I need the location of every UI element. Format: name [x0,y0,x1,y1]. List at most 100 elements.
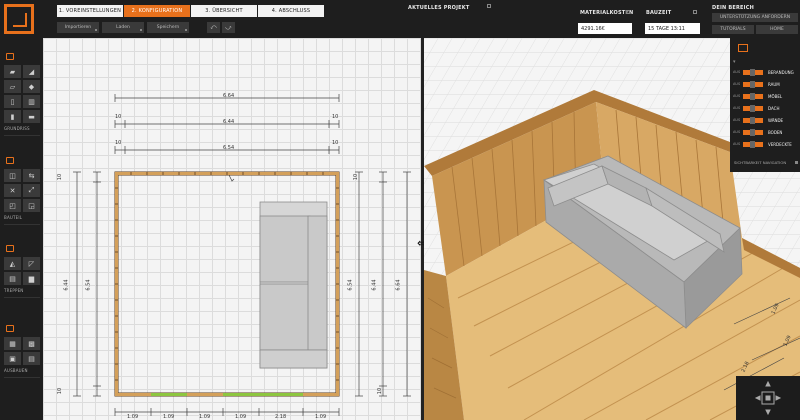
paste-tool-icon[interactable]: ◲ [23,199,40,212]
home-button[interactable]: HOME [756,25,798,34]
current-project-label: AKTUELLES PROJEKT [408,5,470,11]
toggle-verdeckte[interactable]: AUS VERDECKTE [733,140,797,148]
dim-label: 6.44 [371,279,378,291]
panel-tool-icon[interactable]: ▦ [4,337,21,350]
tool-group-label: AUSBAUEN [4,368,28,373]
finish-icon [6,325,14,332]
floor-tool-icon[interactable]: ▱ [4,80,21,93]
dim-label: 6.64 [395,279,402,291]
dim-label: 6.54 [85,279,92,291]
sofa-plan [259,201,328,369]
dim-label: 6.44 [63,279,70,291]
toggle-raum[interactable]: AUS RAUM [733,80,797,88]
build-time-label: BAUZEIT [646,10,672,16]
toggle-waende[interactable]: AUS WÄNDE [733,116,797,124]
save-button[interactable]: Speichern [147,22,189,33]
dim-label: 1.09 [163,414,175,420]
wall-tool-icon[interactable]: ▰ [4,65,21,78]
dim-label: 10 [57,173,64,181]
component-icon [6,157,14,164]
nav-cube-icon [754,380,782,416]
cursor-icon [228,174,235,182]
material-cost-value: 4291.16€ [578,23,632,34]
room-tool-icon[interactable]: ◆ [23,80,40,93]
dim-label: 6.44 [223,119,235,125]
dim-label: 1.09 [199,414,211,420]
undo-icon[interactable]: ⤺ [207,22,220,33]
visibility-panel: ▾ AUS BERANDUNG AUS RAUM AUS MÖBEL AUS DACH … [730,38,800,172]
step-4-tab[interactable]: 4. ABSCHLUSS [258,5,324,17]
wall-angle-tool-icon[interactable]: ◢ [23,65,40,78]
dim-label: 10 [377,387,384,395]
tool-group-stairs: ◭ ◸ ▤ ▆ TREPPEN [4,244,40,298]
toggle-berandung[interactable]: AUS BERANDUNG [733,68,797,76]
dim-label: 1.09 [127,414,139,420]
cabinet-tool-icon[interactable]: ▤ [23,352,40,365]
merge-tool-icon[interactable]: ⤢ [23,184,40,197]
dim-label: 6.54 [347,279,354,291]
door-tool-icon[interactable]: ▯ [4,95,21,108]
area-label: DEIN BEREICH [712,5,754,11]
tutorials-button[interactable]: TUTORIALS [712,25,754,34]
nav-visibility-label: SICHTBARKEIT NAVIGATION [734,160,787,165]
dim-label: 10 [332,140,339,146]
dim-label: 1.09 [235,414,247,420]
app-root: 1. VOREINSTELLUNGEN 2. KONFIGURATION 3. … [0,0,800,420]
tool-group-label: TREPPEN [4,288,24,293]
stair-tool-icon[interactable]: ▤ [4,272,21,285]
split-view-icon[interactable] [738,44,748,52]
tool-group-component: ◫ ⇆ ✕ ⤢ ◰ ◲ BAUTEIL [4,156,40,225]
dim-label: 6.64 [223,93,235,99]
dim-label: 1.09 [315,414,327,420]
floorplan-icon [6,53,14,60]
edit-actions: ⤺ ⤻ [207,22,235,33]
nav-visibility-checkbox[interactable] [795,161,798,164]
tile-tool-icon[interactable]: ▩ [23,337,40,350]
tool-group-finish: ▦ ▩ ▣ ▤ AUSBAUEN [4,324,40,378]
dim-label: 10 [332,114,339,120]
project-menu-icon[interactable] [487,4,491,8]
dim-label: 6.54 [223,145,235,151]
sofa-tool-icon[interactable]: ▆ [23,272,40,285]
window-tool-icon[interactable]: ▥ [23,95,40,108]
dim-label: 10 [115,114,122,120]
column-tool-icon[interactable]: ▮ [4,110,21,123]
redo-icon[interactable]: ⤻ [222,22,235,33]
navigation-widget[interactable] [736,376,800,420]
step-2-tab[interactable]: 2. KONFIGURATION [124,5,190,17]
step-nav: 1. VOREINSTELLUNGEN 2. KONFIGURATION 3. … [57,5,324,17]
copy-tool-icon[interactable]: ◰ [4,199,21,212]
material-cost-info-icon[interactable] [626,10,630,14]
dim-label: 2.18 [275,414,287,420]
tool-group-label: GRUNDRISS [4,126,30,131]
dim-label: 10 [115,140,122,146]
load-button[interactable]: Laden [102,22,144,33]
dropdown-icon[interactable]: ▾ [733,59,736,65]
build-time-info-icon[interactable] [693,10,697,14]
floor-plan-canvas[interactable]: 6.64 10 10 6.44 10 10 6.54 10 6.44 6.54 … [43,38,421,420]
toggle-dach[interactable]: AUS DACH [733,104,797,112]
dim-label: 10 [57,387,64,395]
beam-tool-icon[interactable]: ▬ [23,110,40,123]
select-tool-icon[interactable]: ◫ [4,169,21,182]
step-1-tab[interactable]: 1. VOREINSTELLUNGEN [57,5,123,17]
file-actions: Importieren Laden Speichern [57,22,189,33]
ramp-tool-icon[interactable]: ◸ [23,257,40,270]
toggle-boden[interactable]: AUS BODEN [733,128,797,136]
tool-group-floorplan: ▰ ◢ ▱ ◆ ▯ ▥ ▮ ▬ GRUNDRISS [4,52,40,136]
stairs-icon [6,245,14,252]
delete-tool-icon[interactable]: ✕ [4,184,21,197]
left-toolbar: ▰ ◢ ▱ ◆ ▯ ▥ ▮ ▬ GRUNDRISS ◫ ⇆ ✕ ⤢ ◰ ◲ BA… [0,38,43,420]
step-3-tab[interactable]: 3. ÜBERSICHT [191,5,257,17]
split-tool-icon[interactable]: ⇆ [23,169,40,182]
tool-group-label: BAUTEIL [4,215,23,220]
grid-tool-icon[interactable]: ▣ [4,352,21,365]
toggle-moebel[interactable]: AUS MÖBEL [733,92,797,100]
build-time-value: 15 TAGE 13:11 [645,23,700,34]
terrain-tool-icon[interactable]: ◭ [4,257,21,270]
logo[interactable] [4,4,34,34]
top-bar: 1. VOREINSTELLUNGEN 2. KONFIGURATION 3. … [0,0,800,38]
import-button[interactable]: Importieren [57,22,99,33]
dim-label: 10 [353,173,360,181]
support-button[interactable]: UNTERSTÜTZUNG ANFORDERN [712,13,798,22]
